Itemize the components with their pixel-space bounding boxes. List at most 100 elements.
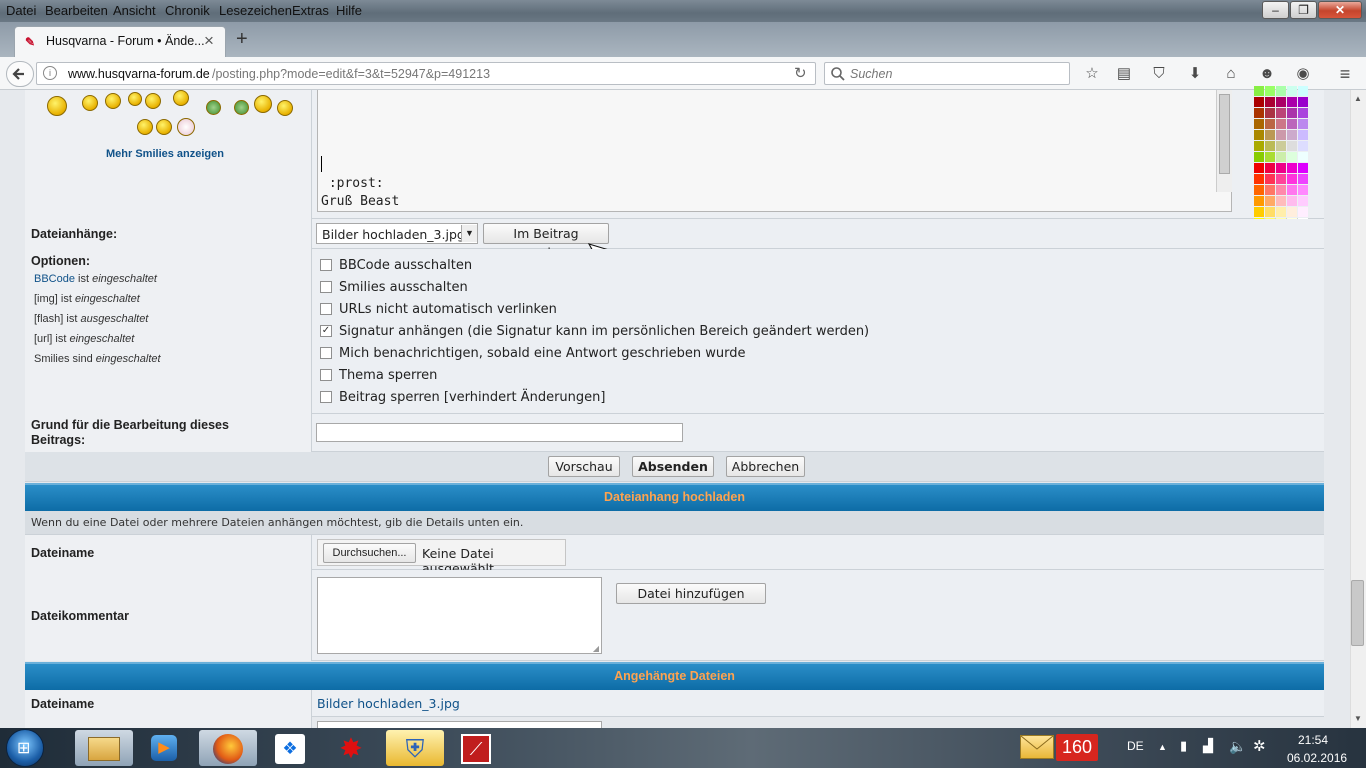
color-swatch[interactable]	[1287, 86, 1297, 96]
option-checkbox[interactable]: ✓	[320, 325, 332, 337]
color-swatch[interactable]	[1265, 163, 1275, 173]
attachment-select[interactable]: Bilder hochladen_3.jpg ▼	[316, 223, 478, 244]
color-swatch[interactable]	[1287, 130, 1297, 140]
color-swatch[interactable]	[1254, 163, 1264, 173]
color-swatch[interactable]	[1298, 130, 1308, 140]
color-swatch[interactable]	[1276, 207, 1286, 217]
browse-button[interactable]: Durchsuchen...	[323, 543, 416, 563]
color-swatch[interactable]	[1254, 152, 1264, 162]
color-swatch[interactable]	[1276, 152, 1286, 162]
color-swatch[interactable]	[1287, 207, 1297, 217]
color-swatch[interactable]	[1298, 97, 1308, 107]
option-label[interactable]: Signatur anhängen (die Signatur kann im …	[339, 324, 869, 339]
color-swatch[interactable]	[1298, 163, 1308, 173]
tray-expand-icon[interactable]: ▲	[1158, 742, 1167, 752]
color-swatch[interactable]	[1287, 97, 1297, 107]
smiley-icon[interactable]	[156, 119, 172, 135]
color-swatch[interactable]	[1287, 185, 1297, 195]
add-file-button[interactable]: Datei hinzufügen	[616, 583, 766, 604]
start-button[interactable]: ⊞	[6, 729, 44, 767]
option-label[interactable]: Thema sperren	[339, 368, 437, 383]
cancel-button[interactable]: Abbrechen	[726, 456, 805, 477]
color-swatch[interactable]	[1265, 119, 1275, 129]
volume-icon[interactable]: 🔈	[1229, 738, 1246, 755]
color-swatch[interactable]	[1265, 97, 1275, 107]
menu-bearbeiten[interactable]: Bearbeiten	[45, 3, 108, 18]
smiley-icon[interactable]	[254, 95, 272, 113]
option-checkbox[interactable]	[320, 259, 332, 271]
smiley-icon[interactable]	[177, 118, 195, 136]
sync-icon[interactable]: ✲	[1253, 737, 1266, 755]
smiley-icon[interactable]	[234, 100, 249, 115]
option-checkbox[interactable]	[320, 369, 332, 381]
resize-handle-icon[interactable]: ◢	[593, 644, 599, 653]
site-info-icon[interactable]: i	[43, 66, 57, 80]
color-swatch[interactable]	[1287, 152, 1297, 162]
smiley-icon[interactable]	[206, 100, 221, 115]
maximize-button[interactable]: ❐	[1290, 1, 1317, 19]
color-swatch[interactable]	[1276, 108, 1286, 118]
language-indicator[interactable]: DE	[1127, 739, 1144, 753]
search-bar[interactable]: Suchen	[824, 62, 1070, 85]
readability-icon[interactable]: ◉	[1293, 64, 1313, 84]
network-icon[interactable]: ▟	[1203, 738, 1213, 754]
smiley-icon[interactable]	[277, 100, 293, 116]
chat-icon[interactable]: ☻	[1257, 64, 1277, 84]
tab-active[interactable]: ✎ Husqvarna - Forum • Ände... ×	[14, 26, 226, 57]
color-swatch[interactable]	[1265, 185, 1275, 195]
clock-time[interactable]: 21:54	[1298, 733, 1328, 747]
menu-chronik[interactable]: Chronik	[165, 3, 210, 18]
taskbar-firefox[interactable]	[199, 730, 257, 766]
bbcode-link[interactable]: BBCode	[34, 273, 75, 285]
menu-datei[interactable]: Datei	[6, 3, 36, 18]
color-swatch[interactable]	[1287, 108, 1297, 118]
color-swatch[interactable]	[1254, 141, 1264, 151]
url-bar[interactable]: i www.husqvarna-forum.de /posting.php?mo…	[36, 62, 816, 85]
file-comment-textarea[interactable]: ◢	[317, 577, 602, 654]
color-swatch[interactable]	[1298, 86, 1308, 96]
color-swatch[interactable]	[1265, 141, 1275, 151]
smiley-icon[interactable]	[105, 93, 121, 109]
taskbar-media-player[interactable]: ▶	[137, 730, 195, 766]
attached-comment-textarea[interactable]	[317, 721, 602, 728]
menu-extras[interactable]: Extras	[292, 3, 329, 18]
color-palette[interactable]	[1254, 86, 1314, 228]
show-in-post-button[interactable]: Im Beitrag anzeigen	[483, 223, 609, 260]
reload-icon[interactable]: ↻	[794, 64, 807, 82]
color-swatch[interactable]	[1298, 141, 1308, 151]
smiley-icon[interactable]	[47, 96, 67, 116]
color-swatch[interactable]	[1265, 174, 1275, 184]
page-scroll-thumb[interactable]	[1351, 580, 1364, 646]
color-swatch[interactable]	[1287, 196, 1297, 206]
new-tab-button[interactable]: +	[236, 28, 248, 51]
color-swatch[interactable]	[1265, 130, 1275, 140]
pocket-icon[interactable]: ⛉	[1149, 64, 1169, 84]
color-swatch[interactable]	[1287, 174, 1297, 184]
color-swatch[interactable]	[1298, 185, 1308, 195]
color-swatch[interactable]	[1276, 196, 1286, 206]
color-swatch[interactable]	[1276, 174, 1286, 184]
smiley-icon[interactable]	[173, 90, 189, 106]
color-swatch[interactable]	[1254, 108, 1264, 118]
color-swatch[interactable]	[1254, 174, 1264, 184]
color-swatch[interactable]	[1276, 86, 1286, 96]
textarea-scrollbar[interactable]	[1216, 90, 1232, 192]
option-label[interactable]: Mich benachrichtigen, sobald eine Antwor…	[339, 346, 746, 361]
edit-reason-input[interactable]	[316, 423, 683, 442]
mail-count-badge[interactable]: 160	[1056, 734, 1098, 761]
smiley-icon[interactable]	[128, 92, 142, 106]
submit-button[interactable]: Absenden	[632, 456, 714, 477]
color-swatch[interactable]	[1254, 130, 1264, 140]
preview-button[interactable]: Vorschau	[548, 456, 620, 477]
reading-list-icon[interactable]: ▤	[1114, 64, 1134, 84]
color-swatch[interactable]	[1298, 152, 1308, 162]
color-swatch[interactable]	[1265, 207, 1275, 217]
smiley-icon[interactable]	[145, 93, 161, 109]
option-label[interactable]: BBCode ausschalten	[339, 258, 472, 273]
download-icon[interactable]: ⬇	[1185, 64, 1205, 84]
color-swatch[interactable]	[1254, 185, 1264, 195]
color-swatch[interactable]	[1276, 130, 1286, 140]
minimize-button[interactable]: –	[1262, 1, 1289, 19]
color-swatch[interactable]	[1298, 119, 1308, 129]
taskbar-dropbox[interactable]: ❖	[262, 730, 320, 766]
